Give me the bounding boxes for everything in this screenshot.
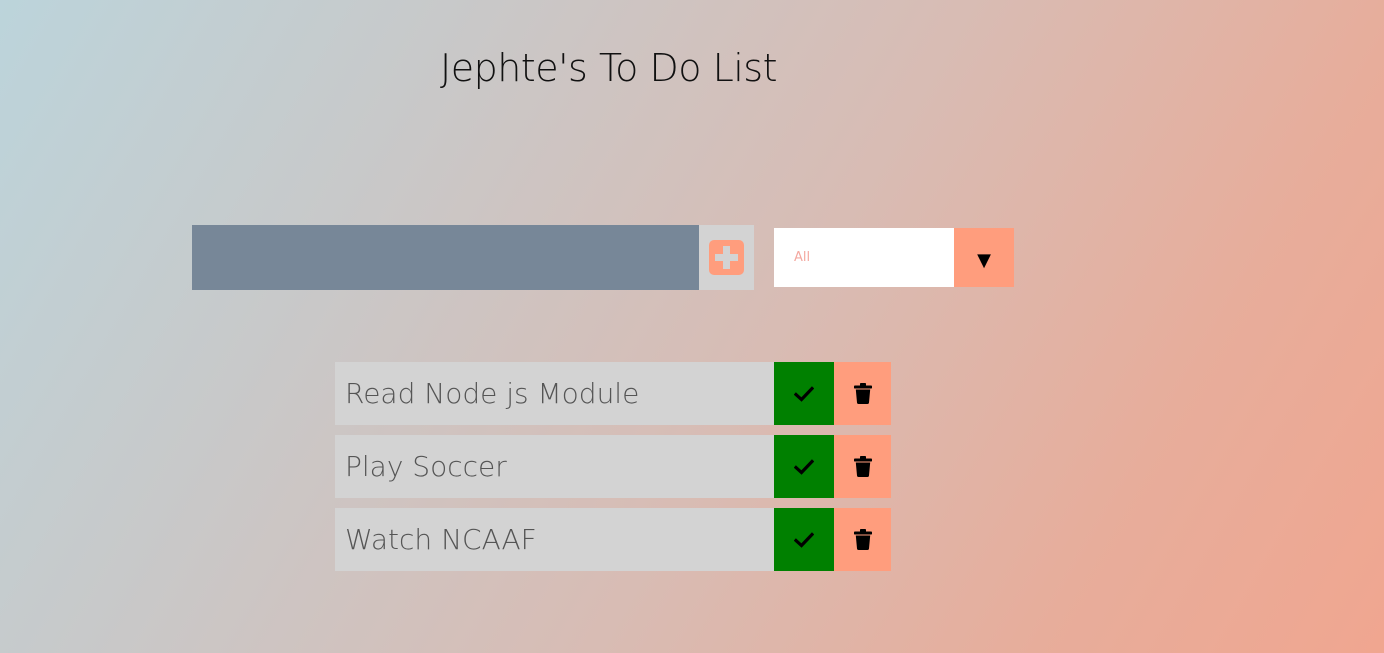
filter-selected-value[interactable]: All — [774, 228, 954, 287]
todo-item: Read Node js Module — [335, 362, 891, 425]
todo-input[interactable] — [192, 225, 699, 290]
todo-text: Watch NCAAF — [335, 508, 774, 571]
complete-button[interactable] — [774, 508, 834, 571]
todo-list: Read Node js Module Play Soccer Watch NC… — [335, 362, 891, 581]
check-icon — [794, 458, 814, 475]
trash-icon — [853, 383, 872, 404]
plus-square-icon — [709, 240, 744, 275]
todo-text: Play Soccer — [335, 435, 774, 498]
page-title: Jephte's To Do List — [440, 46, 778, 90]
delete-button[interactable] — [834, 508, 891, 571]
trash-icon — [853, 529, 872, 550]
add-todo-button[interactable] — [699, 225, 754, 290]
todo-item: Play Soccer — [335, 435, 891, 498]
todo-form — [192, 225, 754, 290]
todo-item: Watch NCAAF — [335, 508, 891, 571]
check-icon — [794, 385, 814, 402]
check-icon — [794, 531, 814, 548]
delete-button[interactable] — [834, 362, 891, 425]
dropdown-arrow-icon[interactable]: ▼ — [954, 228, 1014, 287]
delete-button[interactable] — [834, 435, 891, 498]
complete-button[interactable] — [774, 435, 834, 498]
filter-select[interactable]: All ▼ — [774, 228, 1014, 287]
todo-text: Read Node js Module — [335, 362, 774, 425]
complete-button[interactable] — [774, 362, 834, 425]
trash-icon — [853, 456, 872, 477]
